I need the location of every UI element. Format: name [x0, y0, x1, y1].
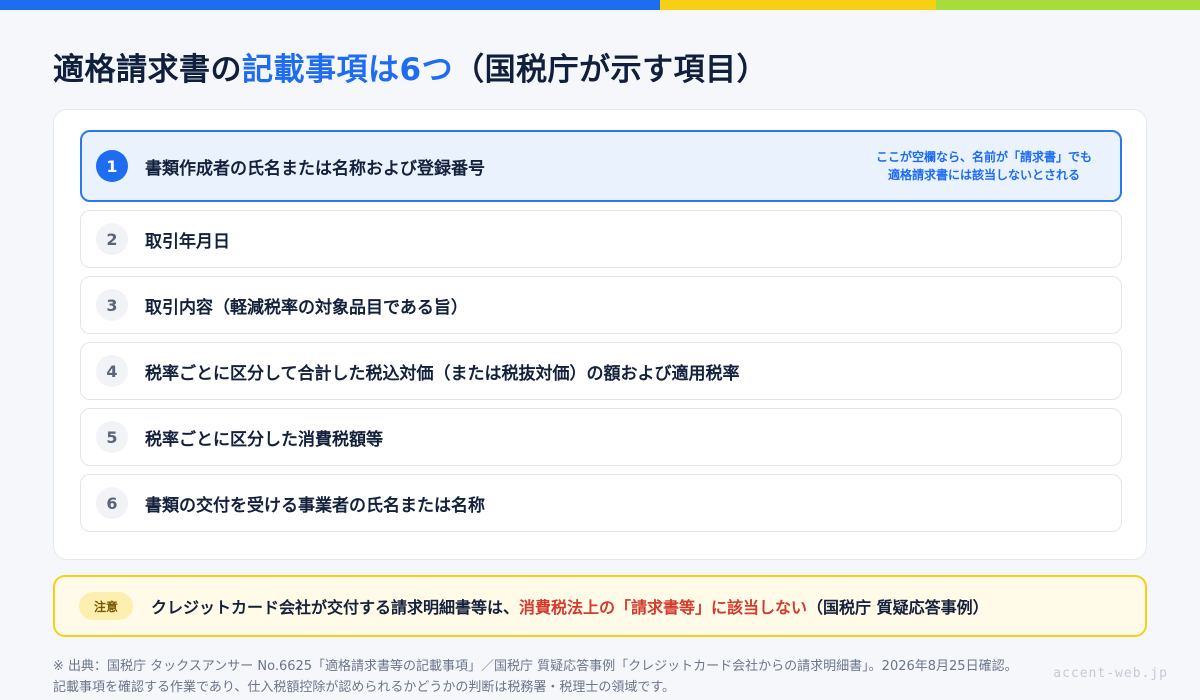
item-note: ここが空欄なら、名前が「請求書」でも 適格請求書には該当しないとされる	[876, 148, 1092, 184]
list-item-5: 5 税率ごとに区分した消費税額等	[80, 408, 1122, 466]
item-number-badge: 6	[96, 487, 128, 519]
item-number-badge: 3	[96, 289, 128, 321]
caution-text: クレジットカード会社が交付する請求明細書等は、消費税法上の「請求書等」に該当しな…	[151, 594, 989, 618]
watermark: accent-web.jp	[1053, 666, 1168, 681]
list-item-2: 2 取引年月日	[80, 210, 1122, 268]
item-number-badge: 2	[96, 223, 128, 255]
item-text: 書類の交付を受ける事業者の氏名または名称	[145, 495, 485, 516]
item-text: 取引年月日	[145, 231, 230, 252]
caution-text-after: （国税庁 質疑応答事例）	[807, 598, 989, 617]
item-text: 税率ごとに区分して合計した税込対価（または税抜対価）の額および適用税率	[145, 363, 740, 384]
page-title: 適格請求書の記載事項は6つ（国税庁が示す項目）	[53, 44, 768, 89]
item-text: 税率ごとに区分した消費税額等	[145, 429, 383, 450]
footnote-line2: 記載事項を確認する作業であり、仕入税額控除が認められるかどうかの判断は税務署・税…	[53, 680, 676, 695]
item-text: 取引内容（軽減税率の対象品目である旨）	[145, 297, 468, 318]
title-part2: （国税庁が示す項目）	[453, 52, 769, 88]
caution-badge: 注意	[79, 592, 133, 620]
footnote-line1: ※ 出典：国税庁 タックスアンサー No.6625「適格請求書等の記載事項」／国…	[53, 659, 1018, 674]
caution-text-before: クレジットカード会社が交付する請求明細書等は、	[151, 598, 520, 617]
accent-bar-blue	[0, 0, 660, 10]
top-accent-bar	[0, 0, 1200, 10]
source-footnote: ※ 出典：国税庁 タックスアンサー No.6625「適格請求書等の記載事項」／国…	[53, 656, 1153, 698]
caution-box: 注意 クレジットカード会社が交付する請求明細書等は、消費税法上の「請求書等」に該…	[53, 575, 1147, 637]
title-highlight: 記載事項は6つ	[242, 52, 454, 88]
accent-bar-yellow	[660, 0, 936, 10]
accent-bar-green	[936, 0, 1200, 10]
list-item-4: 4 税率ごとに区分して合計した税込対価（または税抜対価）の額および適用税率	[80, 342, 1122, 400]
list-item-1: 1 書類作成者の氏名または名称および登録番号 ここが空欄なら、名前が「請求書」で…	[80, 130, 1122, 202]
item-note-line1: ここが空欄なら、名前が「請求書」でも	[875, 150, 1092, 164]
item-text: 書類作成者の氏名または名称および登録番号	[145, 158, 485, 179]
item-note-line2: 適格請求書には該当しないとされる	[887, 168, 1080, 182]
list-item-6: 6 書類の交付を受ける事業者の氏名または名称	[80, 474, 1122, 532]
item-number-badge: 1	[96, 150, 128, 182]
item-number-badge: 4	[96, 355, 128, 387]
caution-text-red: 消費税法上の「請求書等」に該当しない	[519, 598, 808, 617]
item-number-badge: 5	[96, 421, 128, 453]
list-item-3: 3 取引内容（軽減税率の対象品目である旨）	[80, 276, 1122, 334]
title-part1: 適格請求書の	[53, 52, 242, 88]
items-card: 1 書類作成者の氏名または名称および登録番号 ここが空欄なら、名前が「請求書」で…	[53, 109, 1147, 560]
